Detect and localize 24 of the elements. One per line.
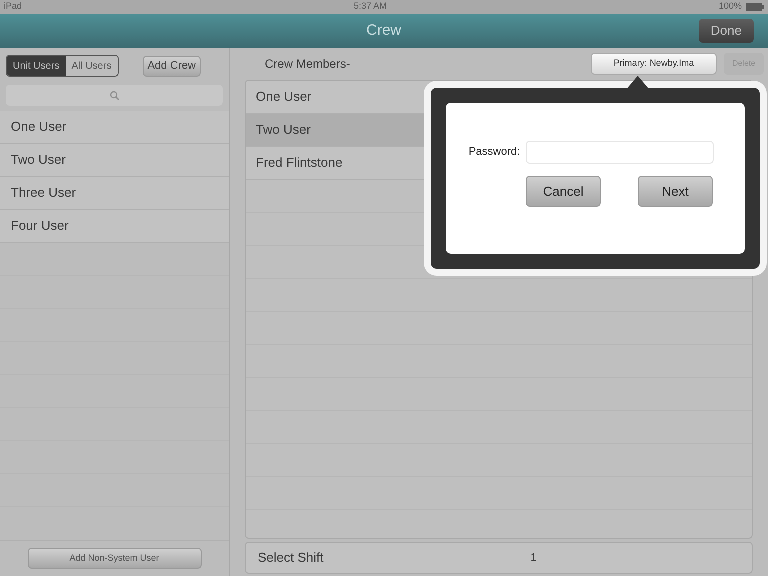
user-list-item[interactable]: Two User (0, 144, 229, 177)
battery-text: 100% (718, 0, 742, 14)
segment-tab[interactable]: Unit Users (7, 56, 66, 76)
user-list-item[interactable]: One User (0, 111, 229, 144)
nav-title: Crew (366, 20, 402, 41)
user-list-item[interactable]: Three User (0, 177, 229, 210)
crew-members-header: Crew Members- (265, 56, 350, 73)
search-icon (110, 90, 120, 100)
done-button[interactable]: Done (698, 19, 754, 43)
user-list-item[interactable]: Four User (0, 210, 229, 243)
clock-text: 5:37 AM (354, 0, 387, 14)
select-shift-label: Select Shift (258, 549, 324, 568)
shift-value: 1 (530, 550, 537, 566)
primary-button[interactable]: Primary: Newby.Ima (591, 53, 717, 75)
next-button[interactable]: Next (638, 176, 713, 207)
add-non-system-user-button[interactable]: Add Non-System User (28, 548, 202, 569)
search-field[interactable] (6, 85, 223, 106)
select-shift-row[interactable]: Select Shift 1 (245, 542, 753, 574)
password-field[interactable] (526, 141, 714, 164)
password-label: Password: (468, 145, 520, 160)
battery-icon (746, 3, 764, 11)
cancel-button[interactable]: Cancel (526, 176, 601, 207)
add-crew-button[interactable]: Add Crew (142, 56, 201, 76)
carrier-text: iPad (4, 0, 22, 14)
